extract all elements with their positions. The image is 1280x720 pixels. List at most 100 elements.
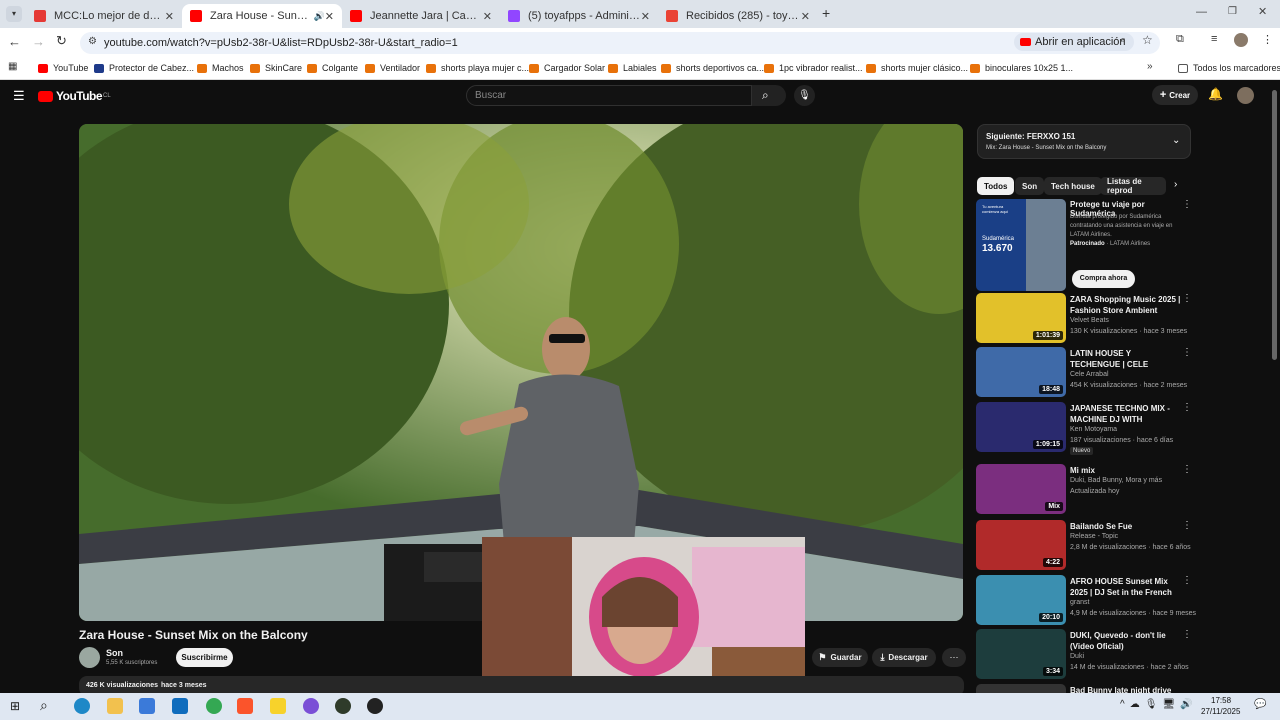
bookmark-item[interactable]: shorts deportivos ca... (661, 60, 764, 76)
channel-name[interactable]: Release - Topic (1070, 533, 1118, 540)
video-title[interactable]: AFRO HOUSE Sunset Mix 2025 | DJ Set in t… (1070, 576, 1182, 598)
apps-grid-icon[interactable]: ▦ (8, 61, 17, 72)
maximize-button[interactable]: ❐ (1228, 6, 1237, 17)
notifications-bell-icon[interactable]: 🔔 (1208, 87, 1223, 101)
tab-search-button[interactable]: ▾ (6, 6, 22, 22)
more-options-icon[interactable]: ⋮ (1182, 575, 1192, 586)
brave-icon[interactable] (237, 698, 253, 714)
more-options-icon[interactable]: ⋮ (1182, 464, 1192, 475)
site-info-icon[interactable]: ⚙ (88, 36, 97, 47)
list-item[interactable]: 1:09:15 JAPANESE TECHNO MIX - MACHINE DJ… (976, 402, 1192, 455)
bookmark-item[interactable]: Protector de Cabez... (94, 60, 194, 76)
close-icon[interactable]: ✕ (641, 10, 650, 23)
chip-todos[interactable]: Todos (977, 177, 1015, 195)
channel-name[interactable]: granst (1070, 599, 1089, 606)
all-bookmarks[interactable]: Todos los marcadores (1178, 60, 1280, 76)
app-icon[interactable] (335, 698, 351, 714)
system-tray-icons[interactable]: ^☁🎙🖥🔊 (1120, 699, 1198, 710)
bookmark-item[interactable]: shorts mujer clásico... (866, 60, 968, 76)
video-thumbnail[interactable]: Mix (976, 464, 1066, 514)
notifications-icon[interactable]: 💬 (1254, 699, 1266, 710)
chip-playlists[interactable]: Listas de reprod (1100, 177, 1166, 195)
video-thumbnail[interactable]: 20:10 (976, 575, 1066, 625)
more-options-icon[interactable]: ⋮ (1182, 199, 1192, 210)
close-icon[interactable]: ✕ (483, 10, 492, 23)
more-options-icon[interactable]: ⋮ (1182, 520, 1192, 531)
chrome-icon[interactable] (206, 698, 222, 714)
search-icon[interactable]: ⌕ (40, 697, 48, 714)
more-options-icon[interactable]: ⋮ (1182, 347, 1192, 358)
bookmark-youtube[interactable]: YouTube (38, 60, 88, 76)
more-options-icon[interactable]: ⋮ (1182, 629, 1192, 640)
bookmark-item[interactable]: binoculares 10x25 1... (970, 60, 1073, 76)
video-thumbnail[interactable]: 1:09:15 (976, 402, 1066, 452)
edge-icon[interactable] (74, 698, 90, 714)
speaker-icon[interactable]: 🔊 (314, 11, 325, 22)
forward-button[interactable]: → (32, 34, 45, 49)
sticky-notes-icon[interactable] (270, 698, 286, 714)
chevron-right-icon[interactable]: › (1174, 179, 1177, 190)
tab-4[interactable]: (5) toyafpps - Administrador de ✕ (500, 4, 658, 28)
create-button[interactable]: + Crear (1152, 85, 1198, 105)
channel-name[interactable]: Duki, Bad Bunny, Mora y más (1070, 477, 1162, 484)
close-icon[interactable]: ✕ (165, 10, 174, 23)
reload-button[interactable]: ↻ (56, 33, 67, 49)
youtube-logo[interactable]: YouTube CL (38, 89, 111, 103)
tab-5[interactable]: Recibidos (285) - toyafpps@gm ✕ (658, 4, 818, 28)
bookmark-item[interactable]: shorts playa mujer c... (426, 60, 529, 76)
video-thumbnail[interactable]: 3:34 (976, 629, 1066, 679)
bookmark-item[interactable]: Colgante (307, 60, 358, 76)
extensions-icon[interactable]: ⧉ (1176, 33, 1184, 46)
profile-avatar[interactable] (1234, 33, 1248, 47)
more-actions-button[interactable]: ⋯ (942, 648, 966, 667)
channel-name[interactable]: Cele Arrabal (1070, 371, 1109, 378)
clock-date[interactable]: 27/11/2025 (1201, 707, 1240, 716)
voice-search-button[interactable]: 🎙 (794, 85, 815, 106)
ad-cta-button[interactable]: Compra ahora (1072, 270, 1135, 288)
video-thumbnail[interactable]: 1:01:39 (976, 293, 1066, 343)
subscribe-button[interactable]: Suscribirme (176, 648, 233, 667)
reading-list-icon[interactable]: ≡ (1211, 33, 1217, 45)
more-options-icon[interactable]: ⋮ (1182, 293, 1192, 304)
new-tab-button[interactable]: + (822, 5, 830, 21)
channel-name[interactable]: Duki (1070, 653, 1084, 660)
video-title[interactable]: Bailando Se Fue (1070, 521, 1182, 532)
back-button[interactable]: ← (8, 34, 21, 49)
page-scrollbar[interactable] (1272, 90, 1277, 360)
tab-2-active[interactable]: Zara House - Sunset Mix o 🔊 ✕ (182, 4, 342, 28)
list-item[interactable]: 1:01:39 ZARA Shopping Music 2025 | Fashi… (976, 293, 1192, 343)
download-button[interactable]: ⤓ Descargar (872, 648, 936, 667)
channel-name[interactable]: Son (106, 648, 123, 658)
channel-name[interactable]: Ken Motoyama (1070, 426, 1117, 433)
bookmark-star-icon[interactable]: ☆ (1142, 33, 1153, 47)
playlist-panel[interactable]: Siguiente: FERXXO 151 Mix: Zara House - … (977, 124, 1191, 159)
chip-son[interactable]: Son (1015, 177, 1045, 195)
video-thumbnail[interactable] (976, 684, 1066, 693)
chevron-down-icon[interactable]: ⌄ (1172, 135, 1180, 146)
ad-thumbnail[interactable]: Tu aventura comienza aquí Sudamérica 13.… (976, 199, 1066, 291)
windows-start-icon[interactable]: ⊞ (10, 699, 20, 713)
bookmark-item[interactable]: Labiales (608, 60, 657, 76)
list-item[interactable]: 20:10 AFRO HOUSE Sunset Mix 2025 | DJ Se… (976, 575, 1196, 625)
video-title[interactable]: JAPANESE TECHNO MIX - MACHINE DJ WITH OR… (1070, 403, 1182, 425)
ad-card[interactable]: Tu aventura comienza aquí Sudamérica 13.… (976, 199, 1192, 291)
video-title[interactable]: ZARA Shopping Music 2025 | Fashion Store… (1070, 294, 1182, 316)
more-bookmarks-icon[interactable]: » (1147, 61, 1153, 72)
list-item[interactable]: 18:48 LATIN HOUSE Y TECHENGUE | CELE ARR… (976, 347, 1192, 397)
store-icon[interactable] (139, 698, 155, 714)
list-item[interactable]: Bad Bunny late night drive (976, 684, 1191, 693)
clock-time[interactable]: 17:58 (1211, 696, 1231, 705)
close-icon[interactable]: ✕ (801, 10, 810, 23)
bookmark-item[interactable]: 1pc vibrador realist... (764, 60, 863, 76)
video-title[interactable]: Mi mix (1070, 465, 1182, 476)
app-icon[interactable] (367, 698, 383, 714)
bookmark-item[interactable]: SkinCare (250, 60, 302, 76)
save-button[interactable]: ⚑ Guardar (812, 648, 868, 667)
tab-3[interactable]: Jeannette Jara | Candidata a la ✕ (342, 4, 500, 28)
bookmark-item[interactable]: Ventilador (365, 60, 420, 76)
file-explorer-icon[interactable] (107, 698, 123, 714)
chip-tech-house[interactable]: Tech house (1044, 177, 1102, 195)
address-bar[interactable]: ⚙ youtube.com/watch?v=pUsb2-38r-U&list=R… (80, 32, 1160, 54)
more-options-icon[interactable]: ⋮ (1182, 402, 1192, 413)
minimize-button[interactable]: — (1196, 6, 1207, 18)
